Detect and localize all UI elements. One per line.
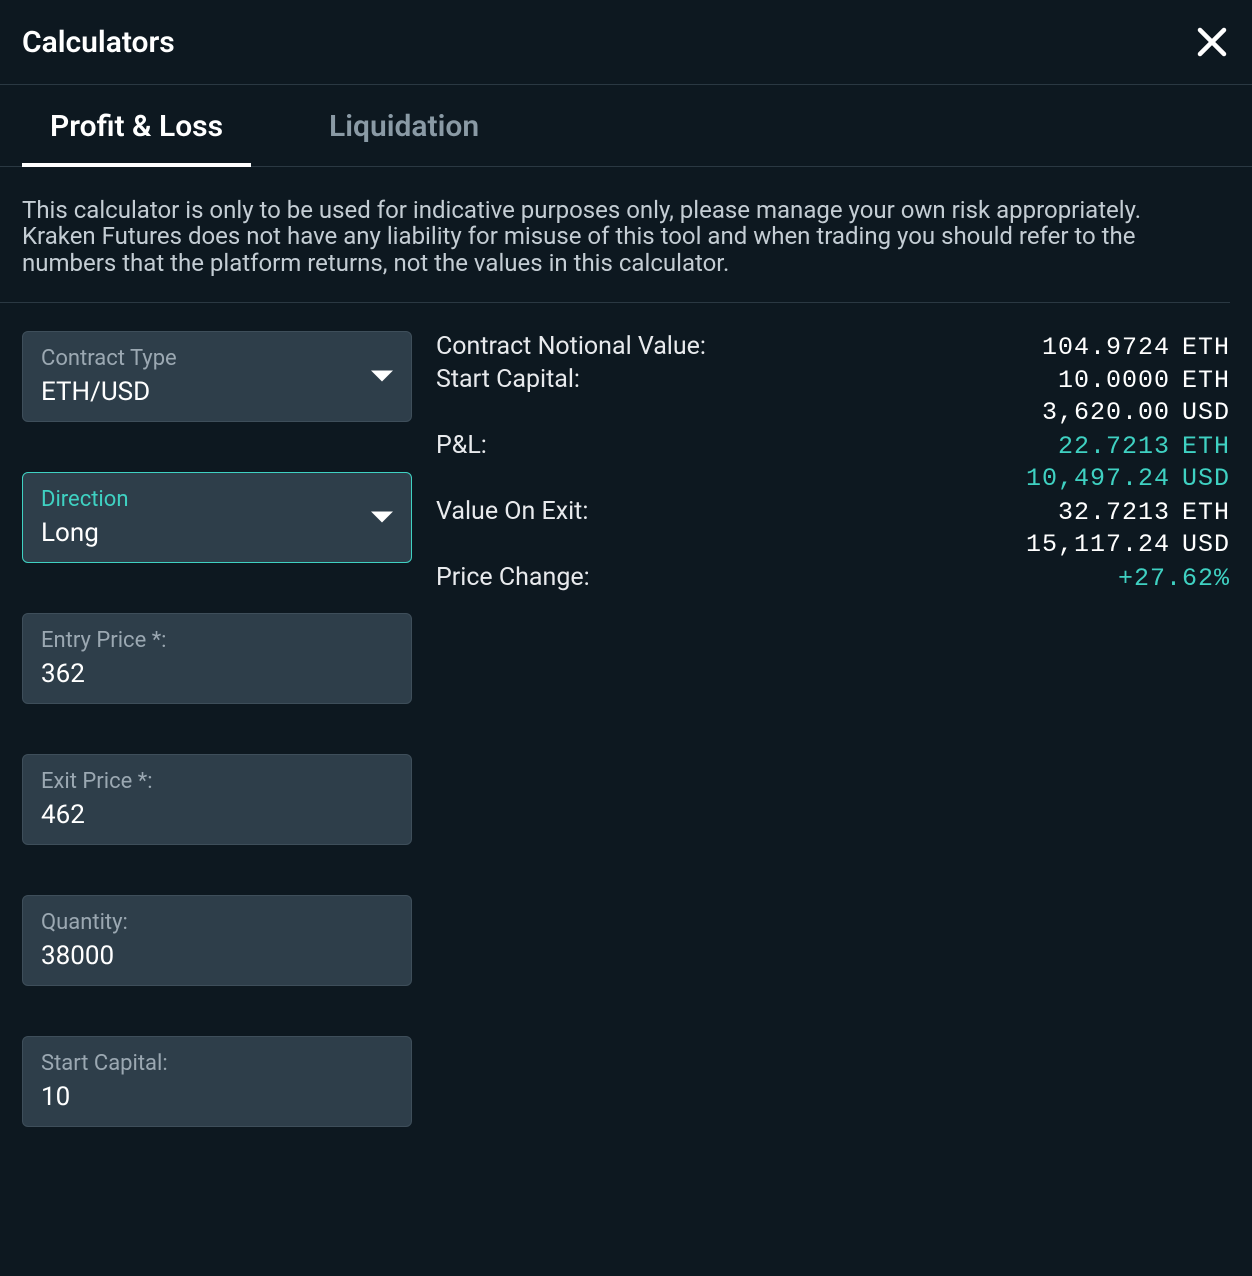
start-capital-label: Start Capital:: [41, 1051, 393, 1076]
exit-price-input[interactable]: [41, 800, 393, 830]
value-on-exit-eth-value: 32.7213: [1058, 498, 1170, 527]
pnl-label: P&L:: [436, 431, 487, 460]
close-icon[interactable]: [1194, 24, 1230, 60]
quantity-label: Quantity:: [41, 910, 393, 935]
chevron-down-icon: [371, 508, 393, 527]
pnl-eth-value: 22.7213: [1058, 432, 1170, 461]
value-on-exit-usd-unit: USD: [1182, 530, 1230, 559]
quantity-input[interactable]: [41, 941, 393, 971]
exit-price-label: Exit Price *:: [41, 769, 393, 794]
result-value-on-exit-usd: 15,117.24 USD: [436, 529, 1230, 562]
start-capital-usd-unit: USD: [1182, 398, 1230, 427]
chevron-down-icon: [371, 367, 393, 386]
value-on-exit-usd-value: 15,117.24: [1026, 530, 1170, 559]
start-capital-eth-unit: ETH: [1182, 366, 1230, 395]
entry-price-input[interactable]: [41, 659, 393, 689]
entry-price-field[interactable]: Entry Price *:: [22, 613, 412, 704]
contract-type-select[interactable]: Contract Type ETH/USD: [22, 331, 412, 422]
contract-notional-unit: ETH: [1182, 333, 1230, 362]
start-capital-input[interactable]: [41, 1082, 393, 1112]
page-title: Calculators: [22, 25, 175, 60]
tab-liquidation[interactable]: Liquidation: [301, 85, 507, 166]
quantity-field[interactable]: Quantity:: [22, 895, 412, 986]
start-capital-eth-value: 10.0000: [1058, 366, 1170, 395]
entry-price-label: Entry Price *:: [41, 628, 393, 653]
start-capital-eth-label: Start Capital:: [436, 365, 580, 394]
result-start-capital-eth: Start Capital: 10.0000 ETH: [436, 364, 1230, 397]
contract-notional-value: 104.9724: [1042, 333, 1170, 362]
result-start-capital-usd: 3,620.00 USD: [436, 397, 1230, 430]
start-capital-usd-value: 3,620.00: [1042, 398, 1170, 427]
exit-price-field[interactable]: Exit Price *:: [22, 754, 412, 845]
direction-select[interactable]: Direction Long: [22, 472, 412, 563]
value-on-exit-eth-unit: ETH: [1182, 498, 1230, 527]
pnl-eth-unit: ETH: [1182, 432, 1230, 461]
disclaimer-text: This calculator is only to be used for i…: [0, 167, 1230, 303]
price-change-label: Price Change:: [436, 563, 590, 592]
price-change-value: +27.62%: [1118, 564, 1230, 593]
result-contract-notional: Contract Notional Value: 104.9724 ETH: [436, 331, 1230, 364]
contract-notional-label: Contract Notional Value:: [436, 332, 706, 361]
direction-label: Direction: [41, 487, 393, 512]
contract-type-value: ETH/USD: [41, 377, 393, 407]
result-pnl-eth: P&L: 22.7213 ETH: [436, 430, 1230, 463]
result-value-on-exit-eth: Value On Exit: 32.7213 ETH: [436, 496, 1230, 529]
contract-type-label: Contract Type: [41, 346, 393, 371]
pnl-usd-value: 10,497.24: [1026, 464, 1170, 493]
pnl-usd-unit: USD: [1182, 464, 1230, 493]
value-on-exit-label: Value On Exit:: [436, 497, 588, 526]
start-capital-field[interactable]: Start Capital:: [22, 1036, 412, 1127]
tab-profit-loss[interactable]: Profit & Loss: [22, 85, 251, 166]
direction-value: Long: [41, 518, 393, 548]
result-price-change: Price Change: +27.62%: [436, 562, 1230, 595]
result-pnl-usd: 10,497.24 USD: [436, 463, 1230, 496]
